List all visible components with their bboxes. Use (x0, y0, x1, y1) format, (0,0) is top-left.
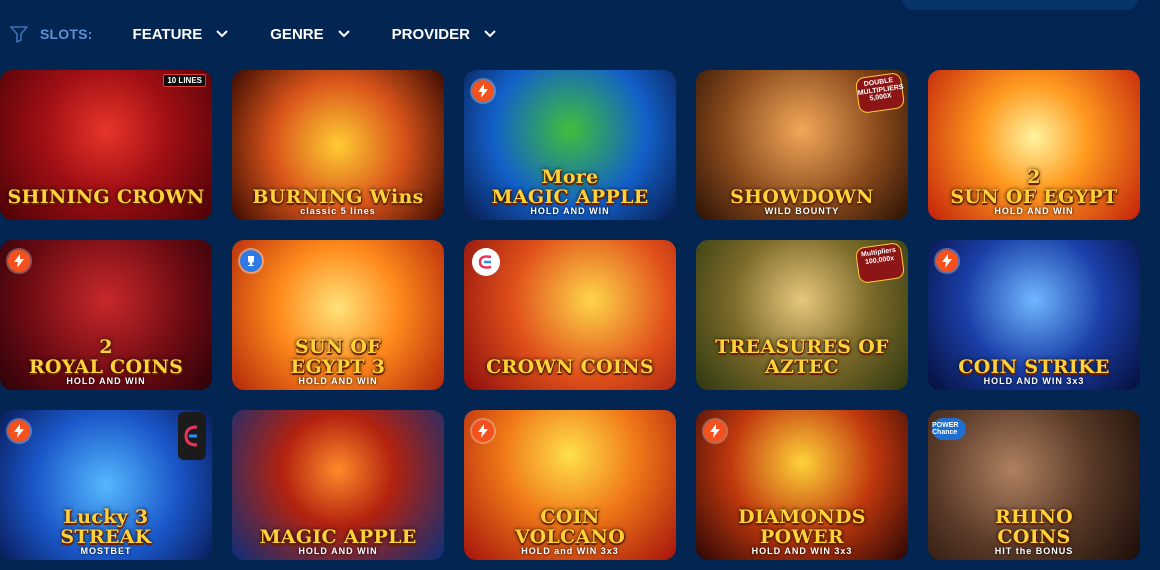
game-card[interactable]: COIN STRIKE HOLD AND WIN 3x3 (928, 240, 1140, 390)
game-subtitle: HOLD and WIN 3x3 (521, 546, 619, 556)
game-subtitle: HOLD AND WIN (994, 206, 1074, 216)
game-card[interactable]: 2 ROYAL COINS HOLD AND WIN (0, 240, 212, 390)
provider-logo-icon (472, 248, 500, 276)
game-title: 2 SUN OF EGYPT (950, 166, 1118, 209)
chevron-down-icon (484, 30, 496, 38)
game-card[interactable]: POWER Chance RHINO COINS HIT the BONUS (928, 410, 1140, 560)
game-title: DIAMONDS POWER (738, 506, 866, 549)
game-subtitle: HOLD AND WIN (298, 376, 378, 386)
game-title: TREASURES OF AZTEC (715, 336, 889, 379)
provider-logo-icon (178, 412, 206, 460)
game-subtitle: HOLD AND WIN (530, 206, 610, 216)
game-card[interactable]: BURNING Wins classic 5 lines (232, 70, 444, 220)
game-title: COIN VOLCANO (514, 506, 626, 549)
game-card[interactable]: CROWN COINS (464, 240, 676, 390)
game-card[interactable]: MAGIC APPLE HOLD AND WIN (232, 410, 444, 560)
game-grid: 10 LINES SHINING CROWN BURNING Wins classic… (0, 70, 1140, 560)
search-bar[interactable] (902, 0, 1138, 10)
slots-filter-bar: SLOTS: FEATURE GENRE PROVIDER (10, 22, 538, 46)
lightning-badge-icon (8, 420, 30, 442)
filter-icon (10, 24, 30, 44)
game-title: RHINO COINS (994, 506, 1074, 549)
genre-dropdown[interactable]: GENRE (270, 25, 350, 43)
lightning-badge-icon (472, 80, 494, 102)
game-title: CROWN COINS (486, 356, 654, 379)
game-title: 2 ROYAL COINS (28, 336, 184, 379)
lightning-badge-icon (472, 420, 494, 442)
genre-dropdown-label: GENRE (270, 25, 324, 43)
game-subtitle: MOSTBET (80, 546, 132, 556)
game-card[interactable]: 2 SUN OF EGYPT HOLD AND WIN (928, 70, 1140, 220)
game-card[interactable]: 10 LINES SHINING CROWN (0, 70, 212, 220)
game-title: SHOWDOWN (730, 186, 874, 209)
game-card[interactable]: COIN VOLCANO HOLD and WIN 3x3 (464, 410, 676, 560)
game-card[interactable]: Lucky 3 STREAK MOSTBET (0, 410, 212, 560)
game-subtitle: HOLD AND WIN 3x3 (983, 376, 1085, 386)
power-chance-badge: POWER Chance (932, 418, 966, 440)
multiplier-badge: Multipliers 100,000x (855, 243, 905, 283)
game-card[interactable]: DOUBLE MULTIPLIERS 5,000X SHOWDOWN WILD BO… (696, 70, 908, 220)
game-subtitle: HIT the BONUS (994, 546, 1074, 556)
chevron-down-icon (337, 30, 350, 38)
slots-label: SLOTS: (40, 26, 93, 42)
game-subtitle: WILD BOUNTY (764, 206, 840, 216)
lines-badge: 10 LINES (163, 74, 206, 87)
game-title: More MAGIC APPLE (491, 166, 649, 209)
lightning-badge-icon (8, 250, 30, 272)
feature-dropdown-label: FEATURE (132, 25, 203, 43)
game-title: SHINING CROWN (7, 186, 205, 209)
game-card[interactable]: Multipliers 100,000x TREASURES OF AZTEC (696, 240, 908, 390)
game-title: COIN STRIKE (958, 356, 1110, 379)
game-subtitle: classic 5 lines (300, 206, 376, 216)
provider-dropdown-label: PROVIDER (391, 25, 470, 43)
multiplier-badge: DOUBLE MULTIPLIERS 5,000X (855, 73, 905, 113)
trophy-badge-icon (240, 250, 262, 272)
provider-dropdown[interactable]: PROVIDER (392, 26, 496, 43)
game-card[interactable]: More MAGIC APPLE HOLD AND WIN (464, 70, 676, 220)
game-title: BURNING Wins (252, 186, 424, 209)
game-subtitle: HOLD AND WIN 3x3 (751, 546, 853, 556)
lightning-badge-icon (704, 420, 726, 442)
game-title: Lucky 3 STREAK (60, 506, 152, 549)
game-subtitle: HOLD AND WIN (66, 376, 146, 386)
lightning-badge-icon (936, 250, 958, 272)
chevron-down-icon (216, 30, 228, 38)
game-card[interactable]: SUN OF EGYPT 3 HOLD AND WIN (232, 240, 444, 390)
game-card[interactable]: DIAMONDS POWER HOLD AND WIN 3x3 (696, 410, 908, 560)
game-title: SUN OF EGYPT 3 (290, 336, 386, 379)
game-title: MAGIC APPLE (259, 526, 417, 549)
feature-dropdown[interactable]: FEATURE (133, 26, 229, 43)
game-subtitle: HOLD AND WIN (298, 546, 378, 556)
